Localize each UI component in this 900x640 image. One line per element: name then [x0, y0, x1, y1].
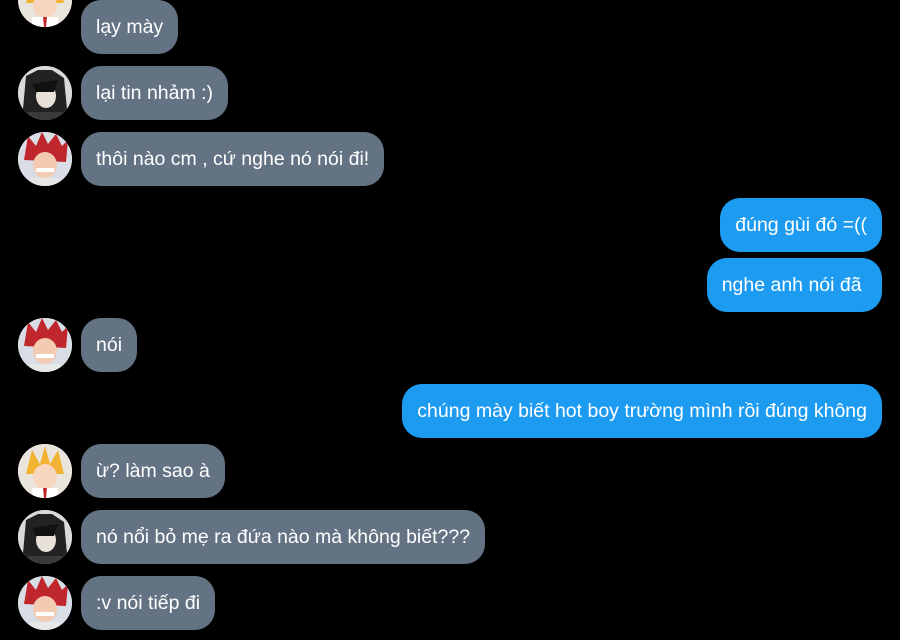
incoming-message-bubble[interactable]: thôi nào cm , cứ nghe nó nói đi!: [81, 132, 385, 186]
outgoing-message-bubble[interactable]: nghe anh nói đã: [706, 258, 882, 312]
message-row: lại tin nhảm :): [0, 66, 900, 120]
message-row: thôi nào cm , cứ nghe nó nói đi!: [0, 132, 900, 186]
message-row: chúng mày biết hot boy trường mình rồi đ…: [0, 384, 900, 438]
incoming-message-bubble[interactable]: ừ? làm sao à: [81, 444, 225, 498]
blonde-avatar[interactable]: [18, 0, 72, 27]
red-hair-avatar[interactable]: [18, 132, 72, 186]
incoming-message-bubble[interactable]: nói: [81, 318, 138, 372]
incoming-message-bubble[interactable]: :v nói tiếp đi: [81, 576, 216, 630]
red-hair-avatar[interactable]: [18, 318, 72, 372]
dark-hair-avatar[interactable]: [18, 66, 72, 120]
outgoing-message-bubble[interactable]: chúng mày biết hot boy trường mình rồi đ…: [402, 384, 882, 438]
incoming-message-bubble[interactable]: nó nổi bỏ mẹ ra đứa nào mà không biết???: [81, 510, 486, 564]
red-hair-avatar[interactable]: [18, 576, 72, 630]
incoming-message-bubble[interactable]: lạy mày: [81, 0, 179, 54]
blonde-avatar[interactable]: [18, 444, 72, 498]
message-row: nó nổi bỏ mẹ ra đứa nào mà không biết???: [0, 510, 900, 564]
message-row: đúng gùi đó =((: [0, 198, 900, 252]
message-row: nói: [0, 318, 900, 372]
dark-hair-avatar[interactable]: [18, 510, 72, 564]
message-row: lạy mày: [0, 0, 900, 54]
message-row: nghe anh nói đã: [0, 258, 900, 312]
message-row: ừ? làm sao à: [0, 444, 900, 498]
incoming-message-bubble[interactable]: lại tin nhảm :): [81, 66, 229, 120]
chat-thread: lạy mày lại tin nhảm :) thôi nào cm , cứ…: [0, 0, 900, 640]
message-row: :v nói tiếp đi: [0, 576, 900, 630]
outgoing-message-bubble[interactable]: đúng gùi đó =((: [720, 198, 882, 252]
